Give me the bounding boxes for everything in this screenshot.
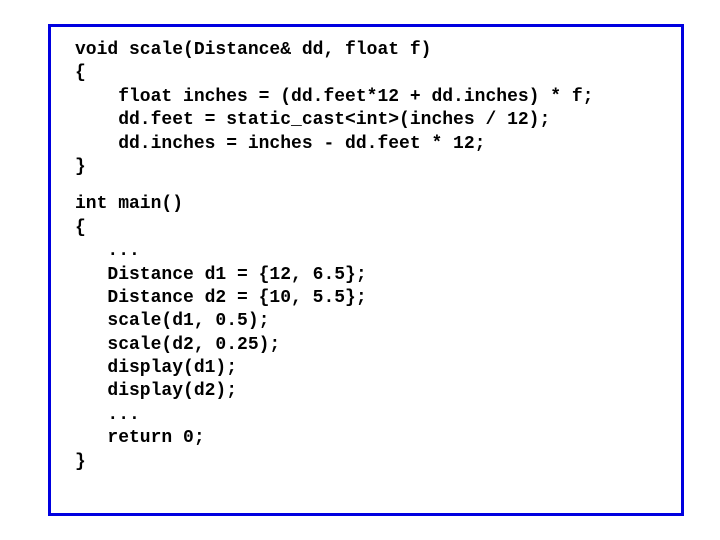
- code-block-main: int main() { ... Distance d1 = {12, 6.5}…: [75, 193, 657, 474]
- code-frame: void scale(Distance& dd, float f) { floa…: [48, 24, 684, 516]
- code-block-scale: void scale(Distance& dd, float f) { floa…: [75, 39, 657, 179]
